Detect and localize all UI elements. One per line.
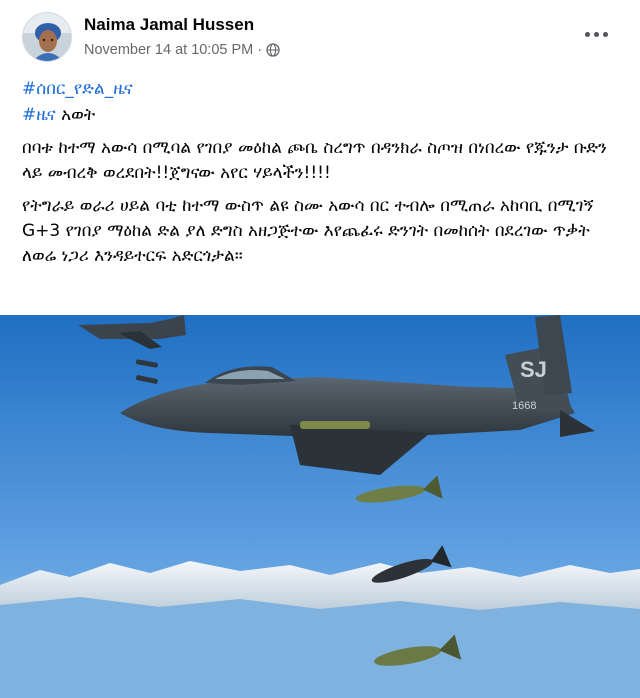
post-text-paragraph-1: በባቱ ከተማ አውሳ በሚባል የገበያ መዕከል ጮቤ ስረግጥ በዳንክራ… bbox=[22, 138, 607, 183]
author-name[interactable]: Naima Jamal Hussen bbox=[84, 15, 254, 35]
avatar-image bbox=[23, 13, 71, 61]
hashtag-breaking-victory-news[interactable]: #ሰበር_የድል_ዜና bbox=[22, 79, 133, 99]
hashtag-trailing-text: አወት bbox=[55, 105, 96, 125]
tail-serial: 1668 bbox=[512, 400, 536, 412]
post-meta: November 14 at 10:05 PM · bbox=[84, 42, 280, 58]
post-header: Naima Jamal Hussen November 14 at 10:05 … bbox=[0, 0, 640, 70]
tail-code: SJ bbox=[520, 357, 547, 382]
post-photo[interactable]: SJ 1668 bbox=[0, 315, 640, 698]
lower-haze bbox=[0, 597, 640, 698]
post-text-paragraph-2: የትግራይ ወራሪ ሀይል ባቲ ከተማ ውስጥ ልዩ ስሙ አውሳ በር ተብ… bbox=[22, 196, 594, 266]
hashtag-block: #ሰበር_የድል_ዜና #ዜና አወት bbox=[22, 76, 133, 128]
author-avatar[interactable] bbox=[22, 12, 72, 62]
hashtag-news[interactable]: #ዜና bbox=[22, 105, 56, 125]
post-timestamp[interactable]: November 14 at 10:05 PM bbox=[84, 42, 253, 58]
globe-icon[interactable] bbox=[266, 43, 280, 57]
more-options-icon[interactable] bbox=[580, 22, 612, 46]
meta-separator: · bbox=[257, 42, 263, 58]
